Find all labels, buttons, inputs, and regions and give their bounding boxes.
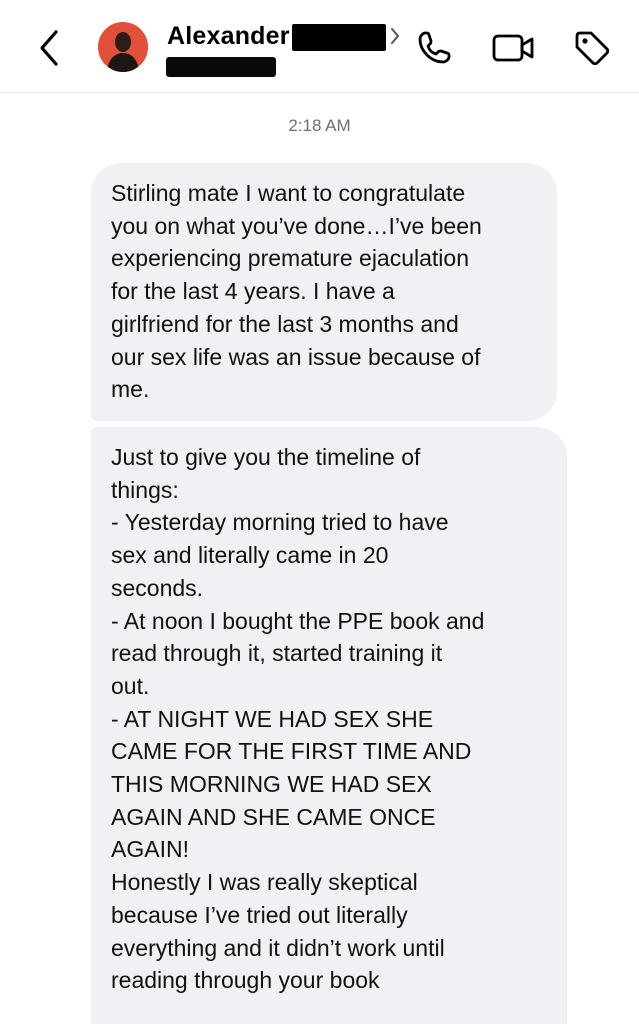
- contact-details-button[interactable]: [388, 26, 402, 46]
- message-bubble-incoming[interactable]: Just to give you the timeline of things:…: [91, 427, 567, 1024]
- tag-icon: [575, 31, 610, 66]
- message-bubble-incoming[interactable]: Stirling mate I want to congratulate you…: [91, 163, 557, 421]
- avatar[interactable]: [98, 22, 148, 72]
- chevron-left-icon: [40, 30, 58, 66]
- message-timestamp: 2:18 AM: [288, 116, 351, 135]
- chevron-right-icon: [391, 28, 399, 44]
- back-button[interactable]: [34, 28, 68, 68]
- redaction-bar: [292, 24, 386, 51]
- contact-name[interactable]: Alexander: [167, 22, 290, 51]
- phone-icon: [418, 31, 451, 64]
- avatar-silhouette: [98, 22, 148, 72]
- video-call-button[interactable]: [491, 28, 534, 68]
- redaction-bar-subtitle: [166, 57, 276, 77]
- video-camera-icon: [492, 34, 534, 62]
- chat-header: Alexander: [0, 0, 639, 93]
- phone-button[interactable]: [414, 28, 454, 68]
- tag-button[interactable]: [572, 28, 612, 68]
